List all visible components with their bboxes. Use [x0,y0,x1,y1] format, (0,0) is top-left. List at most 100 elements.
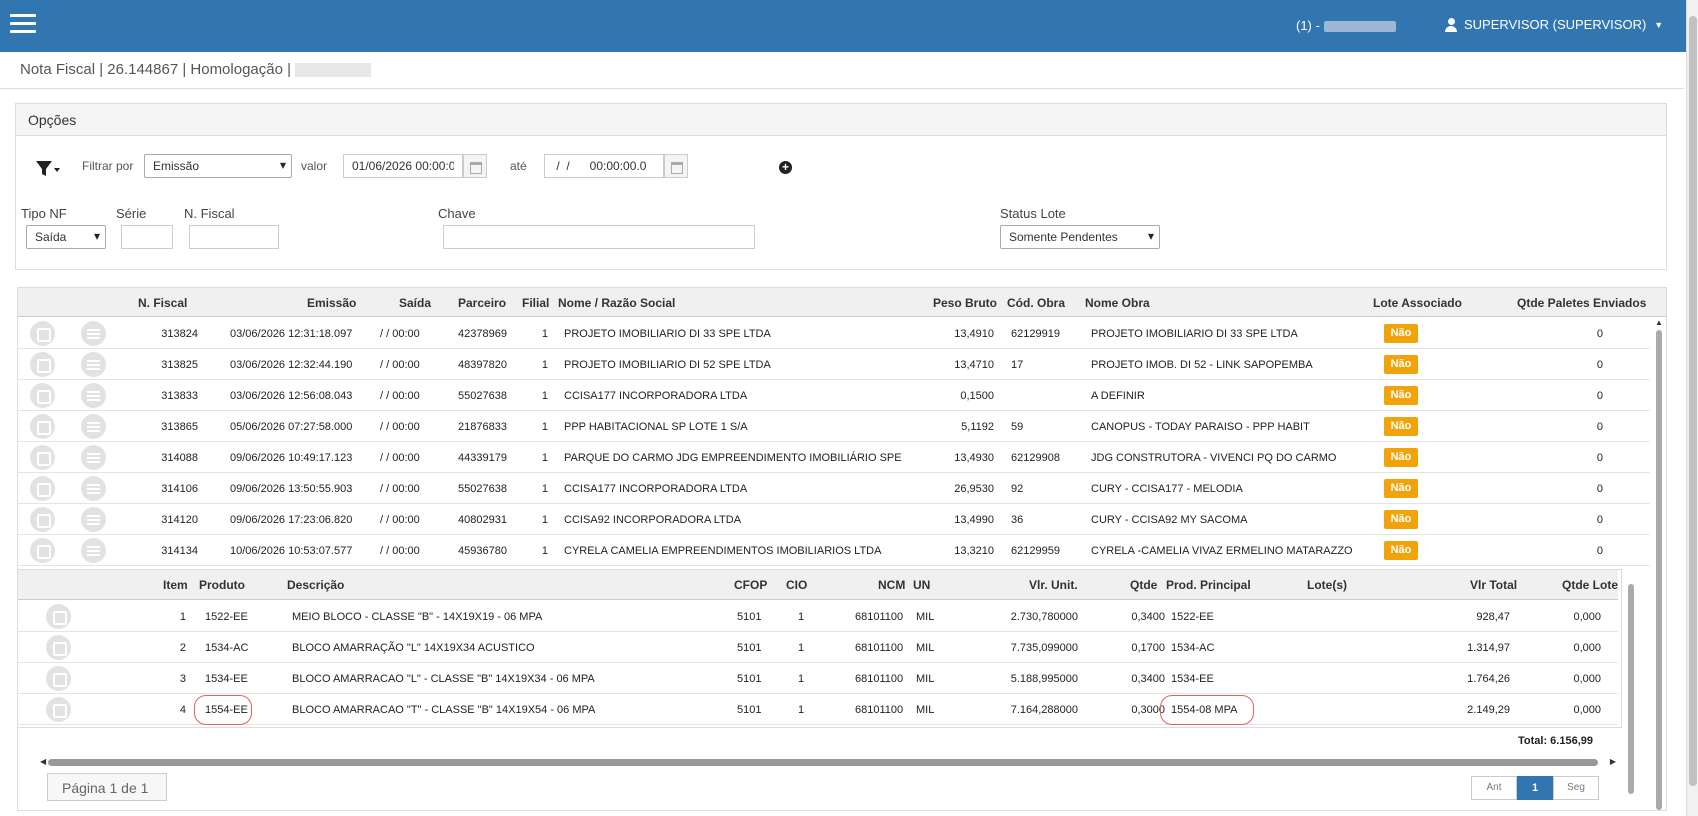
menu-icon[interactable] [10,14,36,34]
box-icon[interactable] [30,507,55,532]
col-un[interactable]: UN [913,578,930,592]
col-lote[interactable]: Lote Associado [1373,296,1462,310]
list-icon[interactable] [81,445,106,470]
page-1-button[interactable]: 1 [1517,776,1553,800]
item-row[interactable]: 1 1522-EE MEIO BLOCO - CLASSE "B" - 14X19X… [18,601,1618,632]
cell-total: 1.764,26 [1467,673,1510,685]
list-icon[interactable] [81,414,106,439]
calendar-from-icon[interactable] [463,154,487,178]
col-produto[interactable]: Produto [199,578,245,592]
col-ncm[interactable]: NCM [878,578,905,592]
item-row[interactable]: 2 1534-AC BLOCO AMARRAÇÃO "L" 14X19X34 ACU… [18,632,1618,663]
col-cio[interactable]: CIO [786,578,807,592]
cell-filial: 1 [541,390,548,402]
cell-un: MIL [916,673,935,685]
table-row[interactable]: 314106 09/06/2026 13:50:55.903 / / 00:00 5… [18,473,1650,504]
cell-qtde_lote: 0,000 [1573,642,1601,654]
cell-peso: 13,3210 [954,545,994,557]
box-icon[interactable] [30,321,55,346]
box-icon[interactable] [46,635,71,660]
table-row[interactable]: 313865 05/06/2026 07:27:58.000 / / 00:00 2… [18,411,1650,442]
col-filial[interactable]: Filial [522,296,549,310]
cell-produto: 1534-AC [205,642,249,654]
filter-icon[interactable] [35,159,61,179]
col-lotes[interactable]: Lote(s) [1307,578,1347,592]
serie-input[interactable] [121,225,173,249]
list-icon[interactable] [81,321,106,346]
item-row[interactable]: 4 1554-EE BLOCO AMARRACAO "T" - CLASSE "B"… [18,694,1618,725]
col-nome[interactable]: Nome / Razão Social [558,296,675,310]
box-icon[interactable] [30,414,55,439]
col-saida[interactable]: Saída [399,296,431,310]
company-selector[interactable]: (1) - [1296,18,1396,33]
grid-scrollbar[interactable]: ▲ [1654,318,1664,811]
cell-principal: 1534-EE [1171,673,1214,685]
tipo-nf-label: Tipo NF [21,206,67,221]
col-qtde[interactable]: Qtde [1130,578,1157,592]
box-icon[interactable] [46,697,71,722]
cell-total: 1.314,97 [1467,642,1510,654]
box-icon[interactable] [30,383,55,408]
list-icon[interactable] [81,507,106,532]
cell-obra: CANOPUS - TODAY PARAISO - PPP HABIT [1091,421,1310,433]
add-filter-icon[interactable]: + [779,161,792,174]
next-page-button[interactable]: Seg [1553,776,1599,800]
caret-down-icon: ▼ [1654,19,1664,30]
scroll-right-icon[interactable]: ▶ [1610,757,1616,766]
col-item[interactable]: Item [163,578,188,592]
cell-cio: 1 [798,611,805,623]
scroll-left-icon[interactable]: ◀ [40,757,46,766]
nfiscal-input[interactable] [189,225,279,249]
box-icon[interactable] [30,476,55,501]
status-lote-select[interactable]: Somente Pendentes [1000,225,1160,249]
table-row[interactable]: 313824 03/06/2026 12:31:18.097 / / 00:00 4… [18,318,1650,349]
col-prod-principal[interactable]: Prod. Principal [1166,578,1251,592]
cell-descricao: BLOCO AMARRACAO "T" - CLASSE "B" 14X19X5… [292,704,596,716]
item-row[interactable]: 3 1534-EE BLOCO AMARRACAO "L" - CLASSE "B"… [18,663,1618,694]
col-emissao[interactable]: Emissão [307,296,356,310]
prev-page-button[interactable]: Ant [1471,776,1517,800]
table-row[interactable]: 314088 09/06/2026 10:49:17.123 / / 00:00 4… [18,442,1650,473]
col-descricao[interactable]: Descrição [287,578,344,592]
detail-scrollbar[interactable] [1626,570,1636,795]
col-peso[interactable]: Peso Bruto [933,296,997,310]
cell-saida: / / 00:00 [380,359,420,371]
col-nfiscal[interactable]: N. Fiscal [138,296,187,310]
calendar-to-icon[interactable] [664,154,688,178]
cell-nome: CCISA177 INCORPORADORA LTDA [564,483,748,495]
date-from-input[interactable] [343,154,463,178]
cell-obra: PROJETO IMOBILIARIO DI 33 SPE LTDA [1091,328,1298,340]
box-icon[interactable] [30,352,55,377]
box-icon[interactable] [30,538,55,563]
chave-input[interactable] [443,225,755,249]
col-paletes[interactable]: Qtde Paletes Enviados [1517,296,1646,310]
col-cfop[interactable]: CFOP [734,578,767,592]
filter-select[interactable]: Emissão [144,154,292,178]
page-scrollbar[interactable] [1686,0,1698,816]
list-icon[interactable] [81,352,106,377]
list-icon[interactable] [81,476,106,501]
col-nome-obra[interactable]: Nome Obra [1085,296,1150,310]
cell-principal: 1522-EE [1171,611,1214,623]
table-row[interactable]: 313833 03/06/2026 12:56:08.043 / / 00:00 5… [18,380,1650,411]
col-parceiro[interactable]: Parceiro [458,296,506,310]
cell-parceiro: 42378969 [458,328,507,340]
list-icon[interactable] [81,383,106,408]
table-row[interactable]: 314134 10/06/2026 10:53:07.577 / / 00:00 4… [18,535,1650,566]
tipo-nf-select[interactable]: Saída [26,225,106,249]
horizontal-scrollbar[interactable]: ◀ ▶ [40,757,1616,767]
box-icon[interactable] [30,445,55,470]
box-icon[interactable] [46,666,71,691]
col-cod-obra[interactable]: Cód. Obra [1007,296,1065,310]
col-vlr-unit[interactable]: Vlr. Unit. [1029,578,1078,592]
cell-paletes: 0 [1596,452,1603,464]
col-vlr-total[interactable]: Vlr Total [1470,578,1517,592]
user-menu[interactable]: SUPERVISOR (SUPERVISOR) ▼ [1444,17,1663,32]
table-row[interactable]: 314120 09/06/2026 17:23:06.820 / / 00:00 4… [18,504,1650,535]
table-row[interactable]: 313825 03/06/2026 12:32:44.190 / / 00:00 4… [18,349,1650,380]
box-icon[interactable] [46,604,71,629]
col-qtde-lote[interactable]: Qtde Lote [1562,578,1618,592]
list-icon[interactable] [81,538,106,563]
cell-ncm: 68101100 [855,704,904,716]
date-to-input[interactable] [544,154,664,178]
